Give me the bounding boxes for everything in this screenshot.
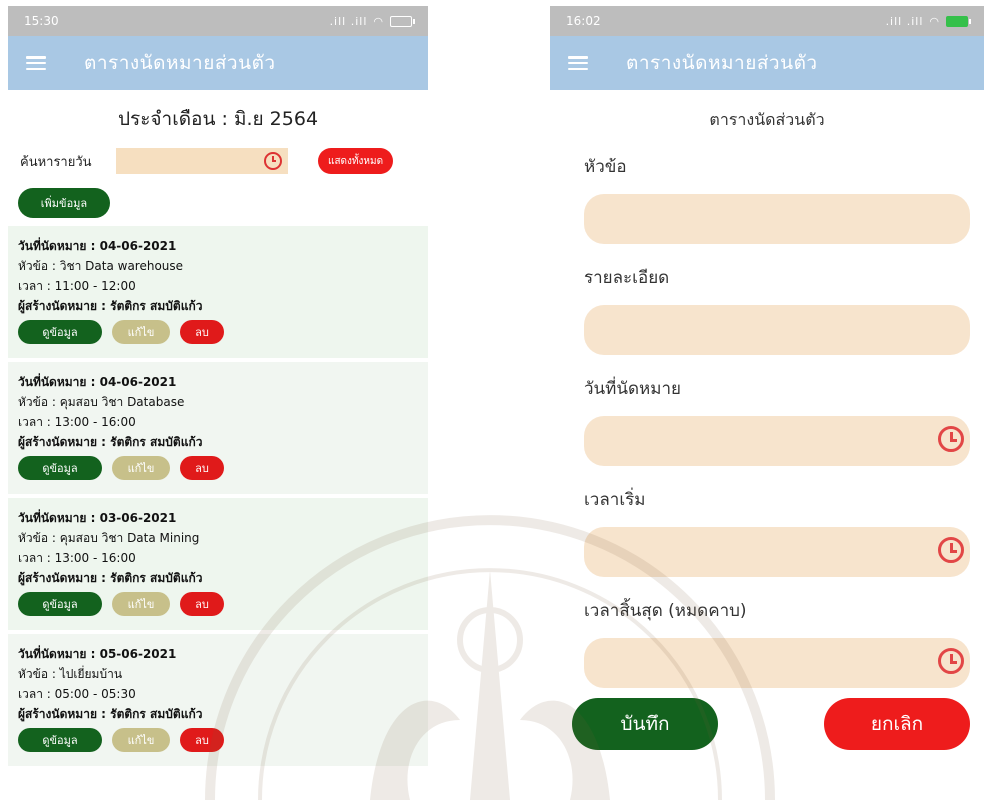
view-button[interactable]: ดูข้อมูล	[18, 728, 102, 752]
appointment-time: เวลา : 05:00 - 05:30	[18, 687, 136, 701]
edit-button[interactable]: แก้ไข	[112, 456, 170, 480]
search-row: ค้นหารายวัน แสดงทั้งหมด	[8, 148, 428, 174]
app-title: ตารางนัดหมายส่วนตัว	[84, 52, 276, 74]
appointment-topic: หัวข้อ : วิชา Data warehouse	[18, 259, 184, 273]
end-time-input[interactable]	[584, 638, 970, 688]
edit-button[interactable]: แก้ไข	[112, 320, 170, 344]
show-all-button[interactable]: แสดงทั้งหมด	[318, 148, 394, 174]
delete-button[interactable]: ลบ	[180, 320, 224, 344]
appointment-form: หัวข้อ รายละเอียด วันที่นัดหมาย เวลาเริ่…	[550, 153, 984, 688]
appointment-time: เวลา : 13:00 - 16:00	[18, 415, 136, 429]
view-button[interactable]: ดูข้อมูล	[18, 592, 102, 616]
status-time: 16:02	[566, 14, 601, 28]
appointment-list: วันที่นัดหมาย : 04-06-2021 หัวข้อ : วิชา…	[8, 226, 428, 766]
menu-icon[interactable]	[568, 56, 588, 70]
appointment-time: เวลา : 13:00 - 16:00	[18, 551, 136, 565]
status-time: 15:30	[24, 14, 59, 28]
appointment-card: วันที่นัดหมาย : 04-06-2021 หัวข้อ : คุมส…	[8, 362, 428, 494]
appointment-creator: ผู้สร้างนัดหมาย : รัตติกร สมบัติแก้ว	[18, 299, 203, 313]
cancel-button[interactable]: ยกเลิก	[824, 698, 970, 750]
edit-button[interactable]: แก้ไข	[112, 592, 170, 616]
delete-button[interactable]: ลบ	[180, 456, 224, 480]
date-label: วันที่นัดหมาย	[584, 379, 681, 399]
clock-icon[interactable]	[938, 648, 964, 674]
appointment-creator: ผู้สร้างนัดหมาย : รัตติกร สมบัติแก้ว	[18, 571, 203, 585]
signal-icon: .ill .ill	[885, 14, 924, 28]
appointment-topic: หัวข้อ : ไปเยี่ยมบ้าน	[18, 667, 123, 681]
clock-icon[interactable]	[938, 426, 964, 452]
battery-icon	[946, 15, 971, 27]
appointment-card: วันที่นัดหมาย : 05-06-2021 หัวข้อ : ไปเย…	[8, 634, 428, 766]
app-bar: ตารางนัดหมายส่วนตัว	[8, 36, 428, 90]
form-screen: 16:02 .ill .ill ◠ ตารางนัดหมายส่วนตัว ตา…	[550, 6, 984, 789]
add-button[interactable]: เพิ่มข้อมูล	[18, 188, 110, 218]
appointment-creator: ผู้สร้างนัดหมาย : รัตติกร สมบัติแก้ว	[18, 707, 203, 721]
wifi-icon: ◠	[373, 14, 384, 28]
clock-icon[interactable]	[938, 537, 964, 563]
month-label: ประจำเดือน : มิ.ย 2564	[117, 108, 319, 130]
menu-icon[interactable]	[26, 56, 46, 70]
delete-button[interactable]: ลบ	[180, 592, 224, 616]
search-date-input[interactable]	[116, 148, 288, 174]
edit-button[interactable]: แก้ไข	[112, 728, 170, 752]
detail-label: รายละเอียด	[584, 268, 670, 288]
appointment-date: วันที่นัดหมาย : 04-06-2021	[18, 375, 177, 389]
start-time-input[interactable]	[584, 527, 970, 577]
topic-label: หัวข้อ	[584, 157, 627, 177]
appointment-creator: ผู้สร้างนัดหมาย : รัตติกร สมบัติแก้ว	[18, 435, 203, 449]
appointment-date: วันที่นัดหมาย : 05-06-2021	[18, 647, 177, 661]
battery-icon	[390, 15, 415, 27]
wifi-icon: ◠	[929, 14, 940, 28]
status-bar: 16:02 .ill .ill ◠	[550, 6, 984, 36]
view-button[interactable]: ดูข้อมูล	[18, 320, 102, 344]
app-title: ตารางนัดหมายส่วนตัว	[626, 52, 818, 74]
date-input[interactable]	[584, 416, 970, 466]
detail-input[interactable]	[584, 305, 970, 355]
status-bar: 15:30 .ill .ill ◠	[8, 6, 428, 36]
clock-icon[interactable]	[264, 152, 282, 170]
form-title: ตารางนัดส่วนตัว	[709, 110, 825, 129]
appointment-topic: หัวข้อ : คุมสอบ วิชา Data Mining	[18, 531, 200, 545]
app-bar: ตารางนัดหมายส่วนตัว	[550, 36, 984, 90]
appointment-topic: หัวข้อ : คุมสอบ วิชา Database	[18, 395, 185, 409]
form-buttons: บันทึก ยกเลิก	[572, 698, 970, 750]
list-screen: 15:30 .ill .ill ◠ ตารางนัดหมายส่วนตัว ปร…	[8, 6, 428, 789]
appointment-card: วันที่นัดหมาย : 03-06-2021 หัวข้อ : คุมส…	[8, 498, 428, 630]
topic-input[interactable]	[584, 194, 970, 244]
appointment-time: เวลา : 11:00 - 12:00	[18, 279, 136, 293]
appointment-card: วันที่นัดหมาย : 04-06-2021 หัวข้อ : วิชา…	[8, 226, 428, 358]
appointment-date: วันที่นัดหมาย : 04-06-2021	[18, 239, 177, 253]
end-time-label: เวลาสิ้นสุด (หมดคาบ)	[584, 601, 747, 621]
search-label: ค้นหารายวัน	[20, 154, 92, 170]
view-button[interactable]: ดูข้อมูล	[18, 456, 102, 480]
save-button[interactable]: บันทึก	[572, 698, 718, 750]
start-time-label: เวลาเริ่ม	[584, 490, 646, 510]
signal-icon: .ill .ill	[329, 14, 368, 28]
delete-button[interactable]: ลบ	[180, 728, 224, 752]
appointment-date: วันที่นัดหมาย : 03-06-2021	[18, 511, 177, 525]
